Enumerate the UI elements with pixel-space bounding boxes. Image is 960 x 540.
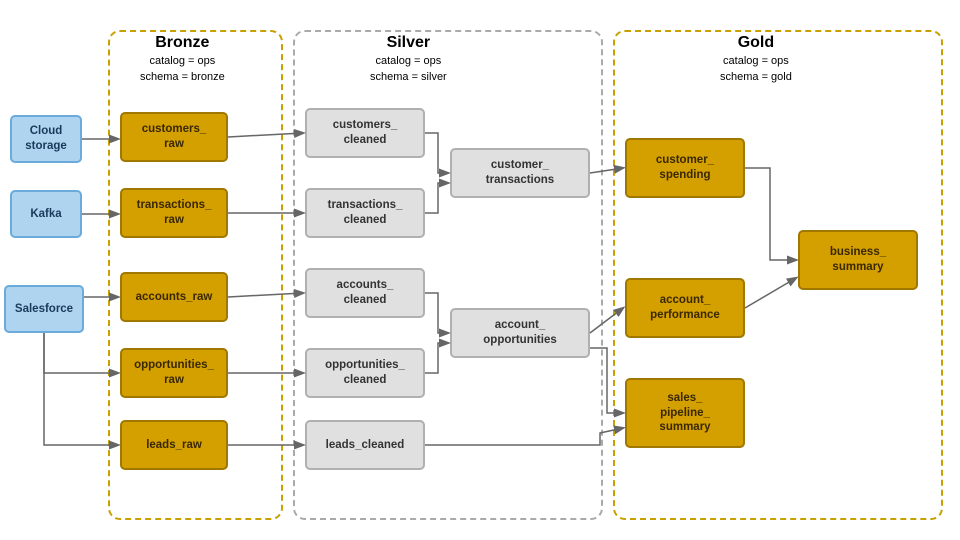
customers-cleaned-node: customers_cleaned	[305, 108, 425, 158]
leads-raw-node: leads_raw	[120, 420, 228, 470]
salesforce-node: Salesforce	[4, 285, 84, 333]
bronze-subtitle: catalog = opsschema = bronze	[140, 54, 225, 85]
business-summary-node: business_summary	[798, 230, 918, 290]
silver-title: Silver	[370, 32, 447, 54]
gold-title: Gold	[720, 32, 792, 54]
bronze-header: Bronze catalog = opsschema = bronze	[140, 32, 225, 85]
transactions-cleaned-node: transactions_cleaned	[305, 188, 425, 238]
customers-raw-node: customers_raw	[120, 112, 228, 162]
opportunities-raw-node: opportunities_raw	[120, 348, 228, 398]
sales-pipeline-node: sales_pipeline_summary	[625, 378, 745, 448]
account-performance-node: account_performance	[625, 278, 745, 338]
diagram: Bronze catalog = opsschema = bronze Silv…	[0, 0, 960, 540]
silver-header: Silver catalog = opsschema = silver	[370, 32, 447, 85]
bronze-title: Bronze	[140, 32, 225, 54]
leads-cleaned-node: leads_cleaned	[305, 420, 425, 470]
cloud-storage-node: Cloudstorage	[10, 115, 82, 163]
silver-subtitle: catalog = opsschema = silver	[370, 54, 447, 85]
accounts-cleaned-node: accounts_cleaned	[305, 268, 425, 318]
opportunities-cleaned-node: opportunities_cleaned	[305, 348, 425, 398]
accounts-raw-node: accounts_raw	[120, 272, 228, 322]
transactions-raw-node: transactions_raw	[120, 188, 228, 238]
customer-spending-node: customer_spending	[625, 138, 745, 198]
account-opportunities-node: account_opportunities	[450, 308, 590, 358]
gold-subtitle: catalog = opsschema = gold	[720, 54, 792, 85]
customer-transactions-node: customer_transactions	[450, 148, 590, 198]
kafka-node: Kafka	[10, 190, 82, 238]
gold-header: Gold catalog = opsschema = gold	[720, 32, 792, 85]
